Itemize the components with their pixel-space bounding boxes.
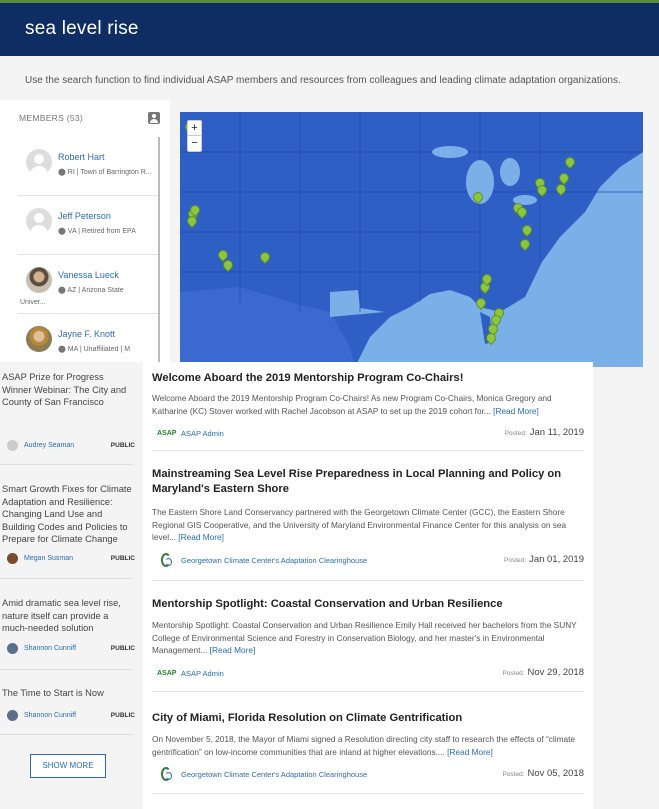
article-source[interactable]: ASAP Admin <box>181 429 224 438</box>
resource-title[interactable]: Smart Growth Fixes for Climate Adaptatio… <box>2 483 133 546</box>
resource-title[interactable]: Amid dramatic sea level rise, nature its… <box>2 597 133 635</box>
article-feed: Welcome Aboard the 2019 Mentorship Progr… <box>143 362 593 809</box>
article-title[interactable]: Welcome Aboard the 2019 Mentorship Progr… <box>152 371 584 386</box>
avatar <box>7 553 18 564</box>
map-canvas <box>180 112 643 367</box>
gcc-logo-icon <box>161 553 172 567</box>
resource-item[interactable]: Amid dramatic sea level rise, nature its… <box>0 579 135 670</box>
visibility-badge: PUBLIC <box>110 645 135 652</box>
resource-item[interactable]: Smart Growth Fixes for Climate Adaptatio… <box>0 465 135 579</box>
resource-item[interactable]: ASAP Prize for Progress Winner Webinar: … <box>0 368 135 465</box>
asap-logo: ASAP <box>157 670 177 677</box>
resource-author[interactable]: Shannon Cunniff <box>24 645 76 652</box>
member-detail: ⬤ VA | Retired from EPA <box>58 228 136 235</box>
member-detail: ⬤ RI | Town of Barrington R... <box>58 169 152 176</box>
member-name[interactable]: Jeff Peterson <box>58 211 111 221</box>
article-source[interactable]: Georgetown Climate Center's Adaptation C… <box>181 556 367 565</box>
read-more-link[interactable]: [Read More] <box>447 747 493 757</box>
article-date: Posted: Nov 05, 2018 <box>502 768 584 779</box>
resources-column: ASAP Prize for Progress Winner Webinar: … <box>0 368 143 809</box>
map-zoom-control: + − <box>187 120 202 152</box>
article-title[interactable]: Mentorship Spotlight: Coastal Conservati… <box>152 597 584 612</box>
avatar <box>7 440 18 451</box>
resource-author[interactable]: Megan Susman <box>24 555 73 562</box>
members-scrollbar[interactable] <box>158 137 160 362</box>
article-title[interactable]: City of Miami, Florida Resolution on Cli… <box>152 711 584 726</box>
member-detail-cont: Univer... <box>20 299 46 306</box>
visibility-badge: PUBLIC <box>110 712 135 719</box>
read-more-link[interactable]: [Read More] <box>493 406 539 416</box>
article-item[interactable]: Welcome Aboard the 2019 Mentorship Progr… <box>152 362 584 451</box>
location-pin-icon: ⬤ <box>58 346 66 353</box>
gcc-logo-icon <box>161 767 172 781</box>
avatar <box>7 643 18 654</box>
avatar <box>26 326 52 352</box>
read-more-link[interactable]: [Read More] <box>210 645 256 655</box>
article-date: Posted: Jan 11, 2019 <box>504 427 584 438</box>
visibility-badge: PUBLIC <box>110 555 135 562</box>
resource-author[interactable]: Shannon Cunniff <box>24 712 76 719</box>
show-more-button[interactable]: SHOW MORE <box>30 754 106 778</box>
avatar <box>7 710 18 721</box>
location-pin-icon: ⬤ <box>58 228 66 235</box>
resource-item[interactable]: The Time to Start is Now Shannon Cunniff… <box>0 670 135 735</box>
page-title: sea level rise <box>25 18 139 39</box>
resource-meta: Audrey Seaman PUBLIC <box>7 440 135 452</box>
article-date: Posted: Nov 29, 2018 <box>502 667 584 678</box>
member-detail: ⬤ AZ | Arizona State <box>58 287 124 294</box>
article-item[interactable]: Mainstreaming Sea Level Rise Preparednes… <box>152 451 584 581</box>
article-date: Posted: Jan 01, 2019 <box>504 554 584 565</box>
member-name[interactable]: Jayne F. Knott <box>58 329 115 339</box>
article-title[interactable]: Mainstreaming Sea Level Rise Preparednes… <box>152 467 584 497</box>
article-source[interactable]: ASAP Admin <box>181 669 224 678</box>
members-heading: MEMBERS (53) <box>19 113 84 123</box>
resource-title[interactable]: The Time to Start is Now <box>2 687 104 700</box>
resource-meta: Shannon Cunniff PUBLIC <box>7 643 135 655</box>
article-source[interactable]: Georgetown Climate Center's Adaptation C… <box>181 770 367 779</box>
resource-title[interactable]: ASAP Prize for Progress Winner Webinar: … <box>2 371 133 409</box>
article-body: On November 5, 2018, the Mayor of Miami … <box>152 734 576 757</box>
resource-meta: Megan Susman PUBLIC <box>7 553 135 565</box>
resource-meta: Shannon Cunniff PUBLIC <box>7 710 135 722</box>
avatar <box>26 267 52 293</box>
member-map[interactable] <box>180 112 643 367</box>
zoom-in-button[interactable]: + <box>188 121 201 136</box>
asap-logo: ASAP <box>157 430 177 437</box>
avatar <box>26 208 52 234</box>
avatar <box>26 149 52 175</box>
member-item[interactable]: Jeff Peterson ⬤ VA | Retired from EPA <box>18 196 158 255</box>
article-body: Mentorship Spotlight: Coastal Conservati… <box>152 620 577 655</box>
member-name[interactable]: Robert Hart <box>58 152 105 162</box>
visibility-badge: PUBLIC <box>110 442 135 449</box>
read-more-link[interactable]: [Read More] <box>178 532 224 542</box>
member-item[interactable]: Jayne F. Knott ⬤ MA | Unaffiliated | M <box>18 314 158 362</box>
article-item[interactable]: City of Miami, Florida Resolution on Cli… <box>152 692 584 794</box>
location-pin-icon: ⬤ <box>58 169 66 176</box>
article-item[interactable]: Mentorship Spotlight: Coastal Conservati… <box>152 581 584 692</box>
member-item[interactable]: Robert Hart ⬤ RI | Town of Barrington R.… <box>18 137 158 196</box>
zoom-out-button[interactable]: − <box>188 136 201 151</box>
article-body: The Eastern Shore Land Conservancy partn… <box>152 507 567 542</box>
intro-text: Use the search function to find individu… <box>25 75 621 86</box>
user-icon[interactable] <box>148 112 160 124</box>
member-detail: ⬤ MA | Unaffiliated | M <box>58 346 131 353</box>
member-item[interactable]: Vanessa Lueck ⬤ AZ | Arizona State Unive… <box>18 255 158 314</box>
article-body: Welcome Aboard the 2019 Mentorship Progr… <box>152 393 552 416</box>
resource-author[interactable]: Audrey Seaman <box>24 442 74 449</box>
members-list[interactable]: Robert Hart ⬤ RI | Town of Barrington R.… <box>18 137 161 362</box>
location-pin-icon: ⬤ <box>58 287 66 294</box>
member-name[interactable]: Vanessa Lueck <box>58 270 119 280</box>
